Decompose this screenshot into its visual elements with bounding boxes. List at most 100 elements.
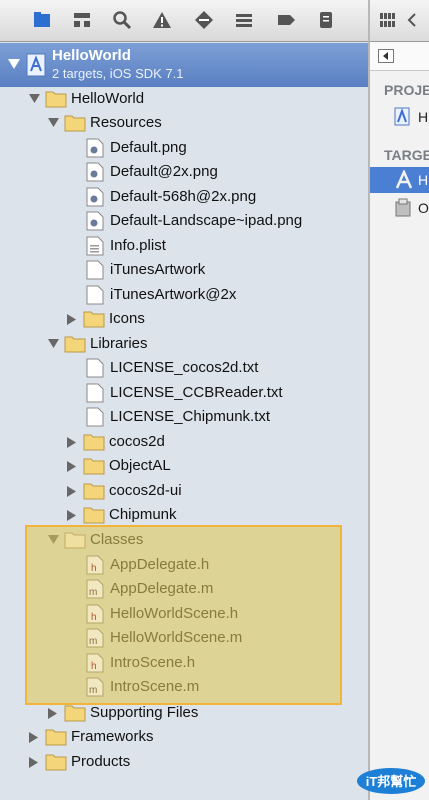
disclosure-closed-icon[interactable] xyxy=(67,437,76,448)
editor-target-app[interactable]: H xyxy=(370,167,429,193)
folder-icon xyxy=(45,729,67,746)
disclosure-closed-icon[interactable] xyxy=(29,732,38,743)
implementation-file-icon: m xyxy=(86,579,104,599)
folder-icon xyxy=(83,458,105,475)
disclosure-closed-icon[interactable] xyxy=(67,510,76,521)
group-resources[interactable]: Resources xyxy=(0,111,368,135)
grid-icon[interactable] xyxy=(380,13,396,27)
file-introscene-h[interactable]: h IntroScene.h xyxy=(0,651,368,675)
file-introscene-m[interactable]: m IntroScene.m xyxy=(0,675,368,699)
folder-icon xyxy=(64,532,86,549)
editor-target-label: O xyxy=(418,200,429,216)
tree-label: IntroScene.m xyxy=(110,678,200,695)
project-name: HelloWorld xyxy=(52,47,131,64)
folder-icon xyxy=(83,434,105,451)
group-supporting-files[interactable]: Supporting Files xyxy=(0,701,368,725)
folder-icon xyxy=(45,754,67,771)
group-objectal[interactable]: ObjectAL xyxy=(0,454,368,478)
group-classes[interactable]: Classes xyxy=(0,528,368,552)
file-appdelegate-h[interactable]: h AppDelegate.h xyxy=(0,553,368,577)
tree-label: LICENSE_CCBReader.txt xyxy=(110,384,283,401)
file-info-plist[interactable]: Info.plist xyxy=(0,234,368,258)
warning-icon[interactable] xyxy=(152,10,172,30)
tree-label: Classes xyxy=(90,531,144,548)
project-navigator: HelloWorld 2 targets, iOS SDK 7.1 HelloW… xyxy=(0,0,368,800)
file-default-png[interactable]: Default.png xyxy=(0,136,368,160)
disclosure-closed-icon[interactable] xyxy=(67,314,76,325)
group-cocos2d[interactable]: cocos2d xyxy=(0,430,368,454)
disclosure-triangle-open-icon[interactable] xyxy=(8,59,20,69)
file-default-landscape[interactable]: Default-Landscape~ipad.png xyxy=(0,209,368,233)
svg-text:h: h xyxy=(91,563,97,574)
disclosure-open-icon[interactable] xyxy=(29,94,40,103)
tree-label: Supporting Files xyxy=(90,704,199,721)
search-icon[interactable] xyxy=(112,10,132,30)
folder-icon xyxy=(64,115,86,132)
tree-label: LICENSE_cocos2d.txt xyxy=(110,359,259,376)
group-icons[interactable]: Icons xyxy=(0,307,368,331)
disclosure-open-icon[interactable] xyxy=(48,118,59,127)
document-file-icon xyxy=(86,383,104,403)
group-chipmunk[interactable]: Chipmunk xyxy=(0,503,368,527)
tree-label: Chipmunk xyxy=(109,506,177,523)
disclosure-open-icon[interactable] xyxy=(48,535,59,544)
hierarchy-icon[interactable] xyxy=(72,10,92,30)
tree-label: IntroScene.h xyxy=(110,654,196,671)
tree-label: Libraries xyxy=(90,335,148,352)
file-license-ccbreader[interactable]: LICENSE_CCBReader.txt xyxy=(0,381,368,405)
group-cocos2d-ui[interactable]: cocos2d-ui xyxy=(0,479,368,503)
tag-icon[interactable] xyxy=(276,10,296,30)
file-itunesartwork2x[interactable]: iTunesArtwork@2x xyxy=(0,283,368,307)
file-license-chipmunk[interactable]: LICENSE_Chipmunk.txt xyxy=(0,405,368,429)
file-helloworldscene-h[interactable]: h HelloWorldScene.h xyxy=(0,602,368,626)
disclosure-open-icon[interactable] xyxy=(48,339,59,348)
tree-label: ObjectAL xyxy=(109,457,171,474)
group-frameworks[interactable]: Frameworks xyxy=(0,725,368,749)
file-default568[interactable]: Default-568h@2x.png xyxy=(0,185,368,209)
disclosure-closed-icon[interactable] xyxy=(48,708,57,719)
disclosure-closed-icon[interactable] xyxy=(67,486,76,497)
ithome-logo: iT邦幫忙 xyxy=(357,768,425,794)
editor-target-label: H xyxy=(418,172,429,188)
svg-text:m: m xyxy=(89,685,97,696)
folder-icon xyxy=(83,311,105,328)
plist-file-icon xyxy=(86,236,104,256)
folder-icon xyxy=(83,507,105,524)
back-arrow-icon[interactable] xyxy=(407,13,417,27)
header-file-icon: h xyxy=(86,604,104,624)
file-itunesartwork[interactable]: iTunesArtwork xyxy=(0,258,368,282)
group-libraries[interactable]: Libraries xyxy=(0,332,368,356)
tree-label: AppDelegate.h xyxy=(110,556,210,573)
navigator-toolbar xyxy=(0,0,368,42)
file-license-cocos2d[interactable]: LICENSE_cocos2d.txt xyxy=(0,356,368,380)
folder-icon xyxy=(83,483,105,500)
section-targets: TARGE xyxy=(384,147,429,163)
editor-project-label: H xyxy=(418,109,429,125)
project-editor: PROJE H TARGE H O xyxy=(370,0,429,800)
file-default2x[interactable]: Default@2x.png xyxy=(0,160,368,184)
document-file-icon xyxy=(86,285,104,305)
xcode-project-icon xyxy=(394,107,410,126)
tree-label: Default-568h@2x.png xyxy=(110,188,257,205)
editor-jumpbar xyxy=(370,0,429,42)
tree-label: LICENSE_Chipmunk.txt xyxy=(110,408,271,425)
section-project: PROJE xyxy=(384,82,429,98)
list-icon[interactable] xyxy=(234,10,254,30)
file-appdelegate-m[interactable]: m AppDelegate.m xyxy=(0,577,368,601)
file-helloworldscene-m[interactable]: m HelloWorldScene.m xyxy=(0,626,368,650)
tree-label: HelloWorldScene.m xyxy=(110,629,243,646)
breakpoint-icon[interactable] xyxy=(194,10,214,30)
group-helloworld[interactable]: HelloWorld xyxy=(0,87,368,111)
document-file-icon xyxy=(86,260,104,280)
project-row-helloworld[interactable]: HelloWorld 2 targets, iOS SDK 7.1 xyxy=(0,43,368,87)
header-file-icon: h xyxy=(86,555,104,575)
group-products[interactable]: Products xyxy=(0,750,368,774)
editor-target-other[interactable]: O xyxy=(370,195,429,221)
log-icon[interactable] xyxy=(316,10,336,30)
folder-icon[interactable] xyxy=(32,10,52,30)
toggle-outline-icon[interactable] xyxy=(378,49,394,63)
editor-project-item[interactable]: H xyxy=(370,104,429,130)
disclosure-closed-icon[interactable] xyxy=(67,461,76,472)
tree-label: Default-Landscape~ipad.png xyxy=(110,212,303,229)
disclosure-closed-icon[interactable] xyxy=(29,757,38,768)
